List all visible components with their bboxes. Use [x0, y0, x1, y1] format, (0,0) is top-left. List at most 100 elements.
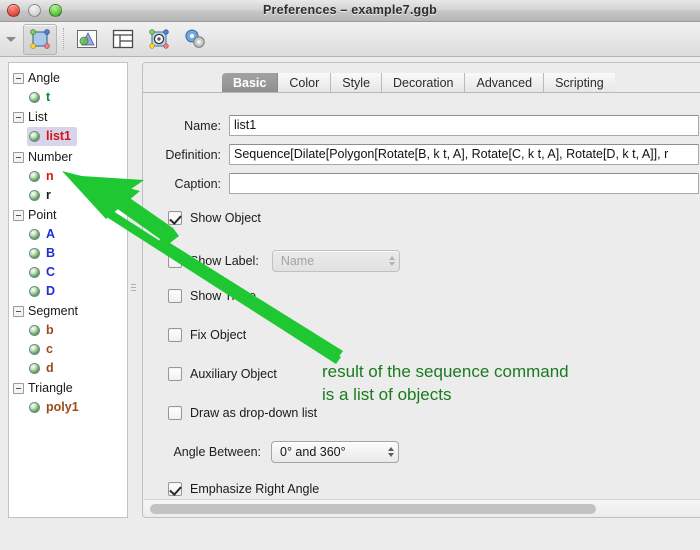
expand-toggle-icon[interactable]: [13, 305, 24, 317]
drop-down-list-checkbox[interactable]: [168, 406, 182, 420]
emphasize-right-angle-checkbox[interactable]: [168, 482, 182, 496]
properties-panel: Basic Color Style Decoration Advanced Sc…: [142, 62, 700, 518]
chevron-down-icon[interactable]: [0, 22, 22, 57]
expand-toggle-icon[interactable]: [13, 111, 24, 123]
show-trace-row[interactable]: Show Trace: [168, 289, 256, 303]
objects-properties-button[interactable]: [23, 23, 57, 55]
object-sphere-icon: [29, 190, 40, 201]
tree-item-label: t: [46, 90, 51, 104]
tree-item-label: c: [46, 342, 53, 356]
object-sphere-icon: [29, 248, 40, 259]
object-sphere-icon: [29, 229, 40, 240]
drop-down-list-row[interactable]: Draw as drop-down list: [168, 406, 317, 420]
emphasize-right-angle-row[interactable]: Emphasize Right Angle: [168, 482, 319, 496]
annotation-text: result of the sequence command is a list…: [322, 360, 569, 406]
tree-group-label: Angle: [28, 71, 60, 85]
tree-item-label: d: [46, 361, 54, 375]
show-label-row[interactable]: Show Label: Name: [168, 250, 400, 272]
tree-group-label: Triangle: [28, 381, 73, 395]
label-style-combo[interactable]: Name: [271, 250, 400, 272]
object-sphere-icon: [29, 363, 40, 374]
tree-item-t[interactable]: t: [13, 88, 127, 107]
auxiliary-object-label: Auxiliary Object: [190, 367, 277, 381]
auxiliary-object-row[interactable]: Auxiliary Object: [168, 367, 277, 381]
object-sphere-icon: [29, 131, 40, 142]
tree-group-label: List: [28, 110, 48, 124]
tree-group-list[interactable]: List: [13, 107, 127, 127]
tab-color[interactable]: Color: [278, 73, 332, 93]
caption-input[interactable]: [229, 173, 699, 194]
definition-input[interactable]: Sequence[Dilate[Polygon[Rotate[B, k t, A…: [229, 144, 699, 165]
tab-style[interactable]: Style: [331, 73, 383, 93]
tree-item-r[interactable]: r: [13, 186, 127, 205]
tree-item-d-point[interactable]: D: [13, 282, 127, 301]
name-row: Name: list1: [143, 115, 700, 136]
tree-group-segment[interactable]: Segment: [13, 301, 127, 321]
object-sphere-icon: [29, 92, 40, 103]
tab-advanced[interactable]: Advanced: [465, 73, 545, 93]
tab-scripting[interactable]: Scripting: [544, 73, 615, 93]
spinner-arrows-icon: [388, 256, 395, 266]
tree-group-angle[interactable]: Angle: [13, 68, 127, 88]
tree-item-label: r: [46, 188, 51, 202]
tree-item-list1[interactable]: list1: [27, 127, 78, 146]
name-label: Name:: [184, 118, 221, 133]
advanced-settings-button[interactable]: [178, 24, 212, 55]
tree-item-poly1[interactable]: poly1: [13, 398, 127, 417]
fix-object-row[interactable]: Fix Object: [168, 328, 246, 342]
expand-toggle-icon[interactable]: [13, 209, 24, 221]
angle-between-label: Angle Between:: [173, 445, 261, 459]
expand-toggle-icon[interactable]: [13, 382, 24, 394]
tree-item-label: C: [46, 265, 56, 279]
name-input[interactable]: list1: [229, 115, 699, 136]
tree-group-number[interactable]: Number: [13, 147, 127, 167]
graphics-view-button[interactable]: [70, 24, 104, 55]
label-style-value: Name: [280, 254, 315, 268]
tree-group-point[interactable]: Point: [13, 205, 127, 225]
window-title: Preferences – example7.ggb: [262, 3, 438, 17]
tree-item-label: poly1: [46, 400, 79, 414]
object-gear-icon: [149, 29, 169, 49]
show-label-checkbox[interactable]: [168, 254, 182, 268]
panel-splitter[interactable]: [128, 62, 140, 518]
tree-item-n[interactable]: n: [13, 167, 127, 186]
angle-between-value: 0° and 360°: [280, 445, 346, 459]
angle-between-combo[interactable]: 0° and 360°: [271, 441, 399, 463]
preferences-window: Preferences – example7.ggb Angle t List …: [0, 0, 700, 550]
layout-button[interactable]: [106, 24, 140, 55]
annotation-line-2: is a list of objects: [322, 385, 452, 404]
expand-toggle-icon[interactable]: [13, 151, 24, 163]
fix-object-label: Fix Object: [190, 328, 247, 342]
show-trace-checkbox[interactable]: [168, 289, 182, 303]
auxiliary-object-checkbox[interactable]: [168, 367, 182, 381]
scrollbar-thumb[interactable]: [150, 504, 596, 514]
tab-basic[interactable]: Basic: [222, 73, 279, 93]
tree-group-triangle[interactable]: Triangle: [13, 378, 127, 398]
cone-graphics-icon: [77, 30, 97, 48]
tree-item-d-segment[interactable]: d: [13, 359, 127, 378]
object-sphere-icon: [29, 325, 40, 336]
tree-item-b-point[interactable]: B: [13, 244, 127, 263]
fix-object-checkbox[interactable]: [168, 328, 182, 342]
definition-label: Definition:: [165, 147, 221, 162]
tree-item-c-segment[interactable]: c: [13, 340, 127, 359]
horizontal-scrollbar[interactable]: [144, 499, 700, 516]
show-object-checkbox[interactable]: [168, 211, 182, 225]
expand-toggle-icon[interactable]: [13, 72, 24, 84]
object-sphere-icon: [29, 286, 40, 297]
tab-decoration[interactable]: Decoration: [382, 73, 466, 93]
defaults-button[interactable]: [142, 24, 176, 55]
tree-item-c-point[interactable]: C: [13, 263, 127, 282]
tree-item-b-segment[interactable]: b: [13, 321, 127, 340]
show-object-row[interactable]: Show Object: [168, 211, 261, 225]
object-tree-panel[interactable]: Angle t List list1 Number n r Point A B …: [8, 62, 128, 518]
basic-tab-pane: Name: list1 Definition: Sequence[Dilate[…: [143, 92, 700, 496]
splitter-grip-icon: [131, 284, 136, 293]
annotation-line-1: result of the sequence command: [322, 362, 569, 381]
tree-item-label: list1: [46, 129, 72, 143]
tree-item-a[interactable]: A: [13, 225, 127, 244]
selected-quadrilateral-icon: [30, 29, 50, 49]
tree-item-label: D: [46, 284, 56, 298]
tree-item-label: b: [46, 323, 54, 337]
object-tree: Angle t List list1 Number n r Point A B …: [9, 63, 127, 417]
